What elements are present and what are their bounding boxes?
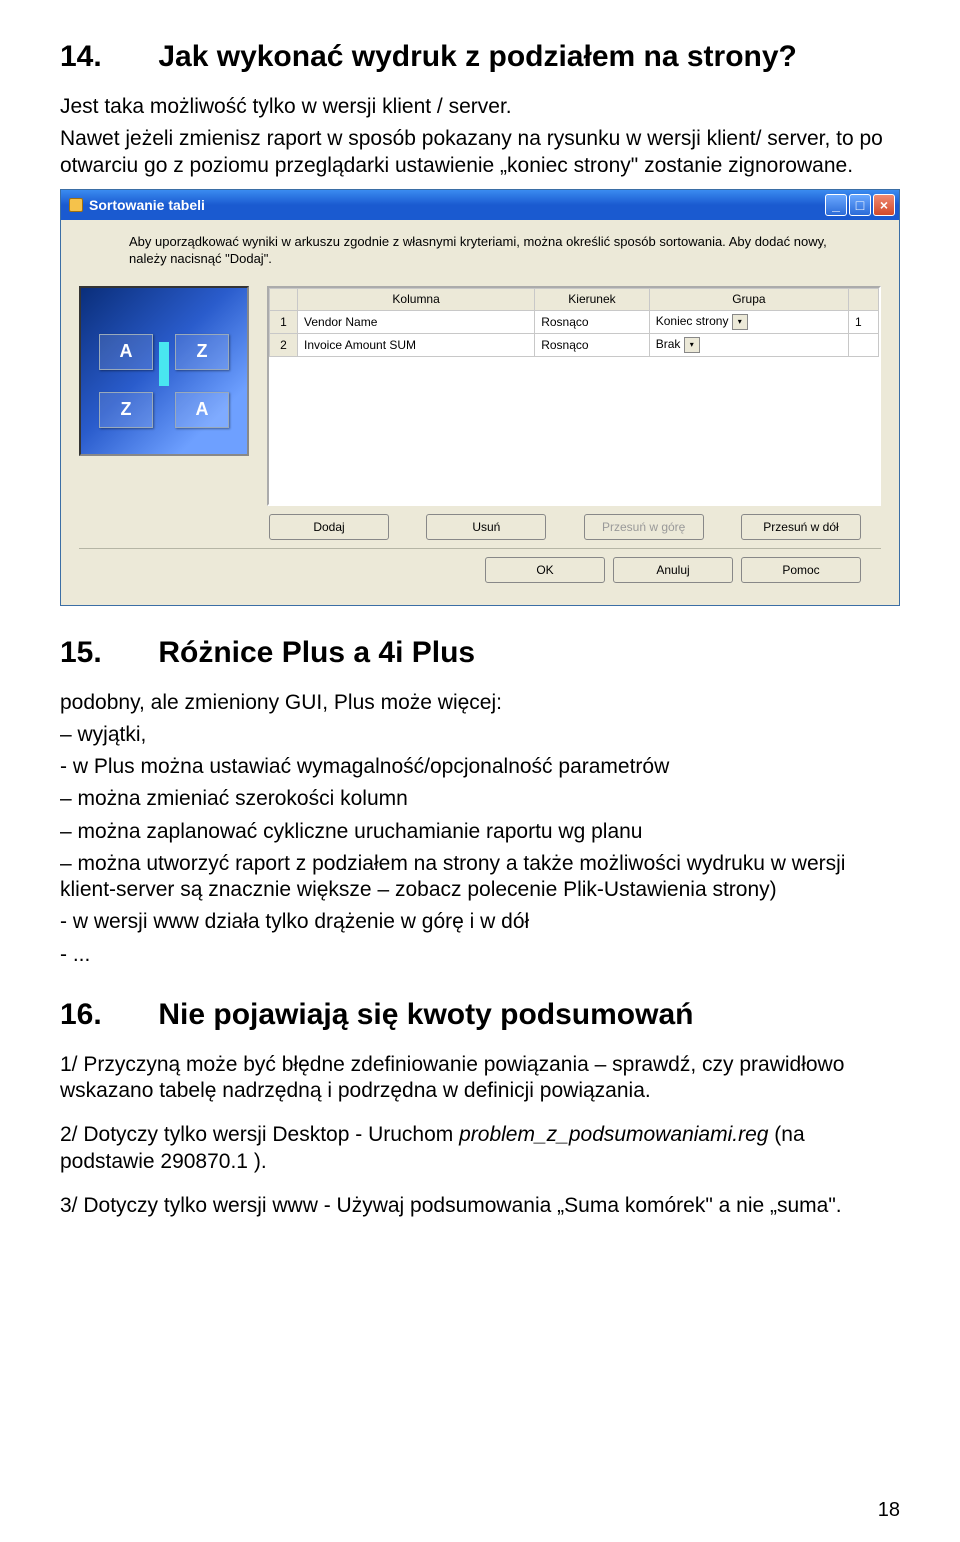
ok-button[interactable]: OK xyxy=(485,557,605,583)
th-blank xyxy=(270,288,298,310)
page-number: 18 xyxy=(878,1499,900,1522)
dropdown-icon[interactable]: ▾ xyxy=(684,337,700,353)
row1-num: 1 xyxy=(270,310,298,333)
s16-p3: 3/ Dotyczy tylko wersji www - Używaj pod… xyxy=(60,1193,900,1219)
s15-li6: - ... xyxy=(60,942,900,968)
s16-p1: 1/ Przyczyną może być błędne zdefiniowan… xyxy=(60,1052,900,1105)
add-button[interactable]: Dodaj xyxy=(269,514,389,540)
s15-li2: – można zmieniać szerokości kolumn xyxy=(60,786,900,812)
table-row[interactable]: 1 Vendor Name Rosnąco Koniec strony ▾ 1 xyxy=(270,310,879,333)
th-end xyxy=(849,288,879,310)
row1-col[interactable]: Vendor Name xyxy=(304,315,377,329)
s15-intro: podobny, ale zmieniony GUI, Plus może wi… xyxy=(60,690,900,716)
move-down-button[interactable]: Przesuń w dół xyxy=(741,514,861,540)
titlebar: Sortowanie tabeli _ □ × xyxy=(61,190,899,220)
section-15-num: 15. xyxy=(60,636,150,670)
window-body: Aby uporządkować wyniki w arkuszu zgodni… xyxy=(61,220,899,605)
row1-grp[interactable]: Koniec strony xyxy=(656,314,729,328)
s16-p2-pre: 2/ Dotyczy tylko wersji Desktop - Urucho… xyxy=(60,1123,459,1146)
th-grupa: Grupa xyxy=(649,288,848,310)
cancel-button[interactable]: Anuluj xyxy=(613,557,733,583)
help-button[interactable]: Pomoc xyxy=(741,557,861,583)
s14-p1: Jest taka możliwość tylko w wersji klien… xyxy=(60,94,900,120)
dialog-description: Aby uporządkować wyniki w arkuszu zgodni… xyxy=(129,234,861,268)
illus-a1: A xyxy=(99,334,153,370)
row2-col[interactable]: Invoice Amount SUM xyxy=(304,338,416,352)
sort-table-container: Kolumna Kierunek Grupa 1 Vendor Name Ros… xyxy=(267,286,881,506)
illus-a2: A xyxy=(175,392,229,428)
row2-dir[interactable]: Rosnąco xyxy=(541,338,588,352)
section-14-heading: 14. Jak wykonać wydruk z podziałem na st… xyxy=(60,40,900,74)
s15-li5: - w wersji www działa tylko drążenie w g… xyxy=(60,909,900,935)
illus-z1: Z xyxy=(175,334,229,370)
pin-icon xyxy=(69,198,83,212)
th-kolumna: Kolumna xyxy=(298,288,535,310)
row2-grp[interactable]: Brak xyxy=(656,337,681,351)
delete-button[interactable]: Usuń xyxy=(426,514,546,540)
row2-num: 2 xyxy=(270,333,298,356)
section-15-heading: 15. Różnice Plus a 4i Plus xyxy=(60,636,900,670)
s15-li1: - w Plus można ustawiać wymagalność/opcj… xyxy=(60,754,900,780)
row2-end xyxy=(849,333,879,356)
s15-li4: – można utworzyć raport z podziałem na s… xyxy=(60,851,900,904)
dropdown-icon[interactable]: ▾ xyxy=(732,314,748,330)
section-16-num: 16. xyxy=(60,998,150,1032)
s16-p2: 2/ Dotyczy tylko wersji Desktop - Urucho… xyxy=(60,1122,900,1175)
s15-li0: – wyjątki, xyxy=(60,722,900,748)
table-row[interactable]: 2 Invoice Amount SUM Rosnąco Brak ▾ xyxy=(270,333,879,356)
section-14-title: Jak wykonać wydruk z podziałem na strony… xyxy=(158,40,797,73)
separator xyxy=(79,548,881,549)
section-16-title: Nie pojawiają się kwoty podsumowań xyxy=(158,998,693,1031)
row1-end: 1 xyxy=(849,310,879,333)
s16-p2-file: problem_z_podsumowaniami.reg xyxy=(459,1123,768,1146)
sort-dialog: Sortowanie tabeli _ □ × Aby uporządkować… xyxy=(60,189,900,606)
s15-li3: – można zaplanować cykliczne uruchamiani… xyxy=(60,819,900,845)
section-16-heading: 16. Nie pojawiają się kwoty podsumowań xyxy=(60,998,900,1032)
section-15-title: Różnice Plus a 4i Plus xyxy=(158,636,475,669)
maximize-button[interactable]: □ xyxy=(849,194,871,216)
sort-illustration: A Z Z A xyxy=(79,286,249,456)
sort-table: Kolumna Kierunek Grupa 1 Vendor Name Ros… xyxy=(269,288,879,357)
window-title: Sortowanie tabeli xyxy=(89,197,205,213)
row1-dir[interactable]: Rosnąco xyxy=(541,315,588,329)
arrow-icon xyxy=(159,342,167,386)
move-up-button[interactable]: Przesuń w górę xyxy=(584,514,704,540)
illus-z2: Z xyxy=(99,392,153,428)
section-14-num: 14. xyxy=(60,40,150,74)
th-kierunek: Kierunek xyxy=(535,288,650,310)
s14-p2: Nawet jeżeli zmienisz raport w sposób po… xyxy=(60,126,900,179)
minimize-button[interactable]: _ xyxy=(825,194,847,216)
close-button[interactable]: × xyxy=(873,194,895,216)
